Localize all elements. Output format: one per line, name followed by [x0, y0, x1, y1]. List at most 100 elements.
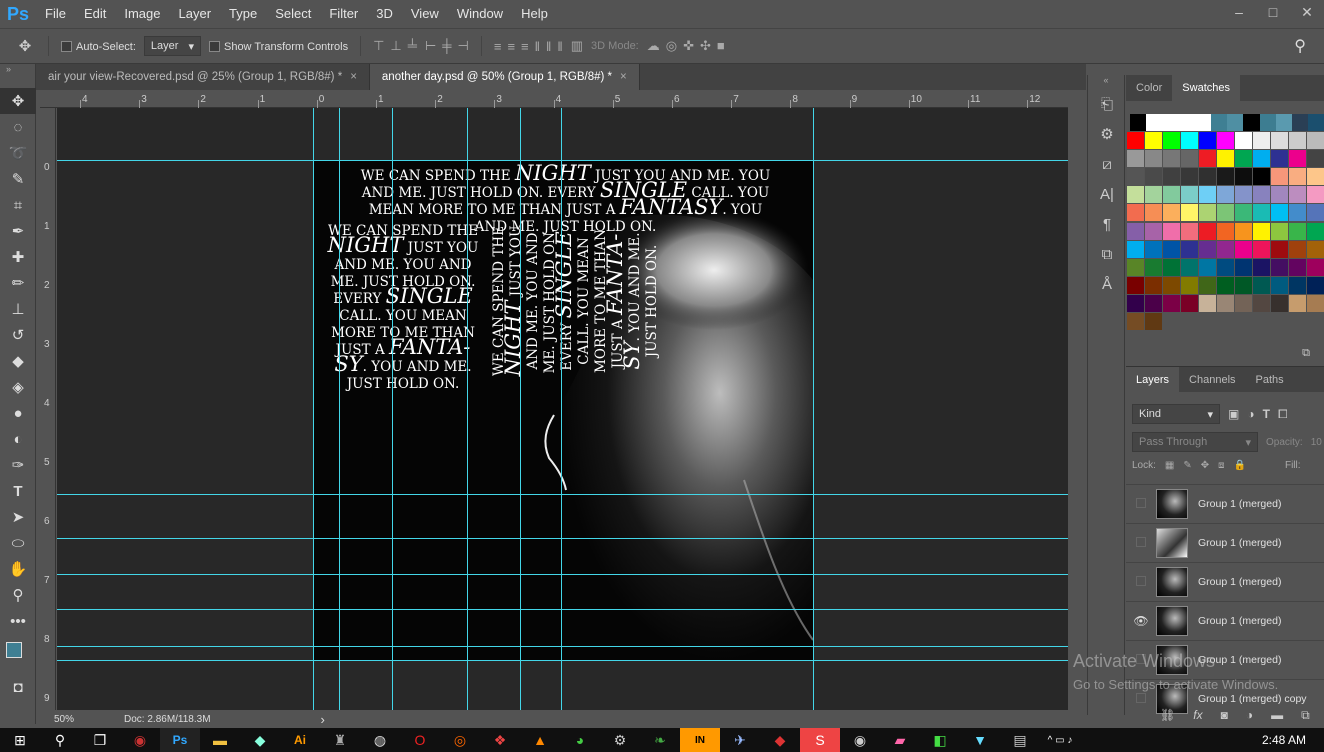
color-swatch[interactable]	[1307, 186, 1324, 204]
close-button[interactable]: ✕	[1290, 0, 1324, 24]
color-swatch[interactable]	[1127, 168, 1144, 186]
close-icon[interactable]: ×	[350, 71, 357, 83]
color-swatch[interactable]	[1217, 150, 1234, 168]
color-swatch[interactable]	[1163, 204, 1180, 222]
more-tools-icon[interactable]: •••	[0, 608, 36, 634]
history-panel-icon[interactable]: ⎗	[1088, 89, 1126, 119]
hand-tool[interactable]: ✋	[0, 556, 36, 582]
tab-channels[interactable]: Channels	[1179, 367, 1245, 392]
color-swatch[interactable]	[1271, 150, 1288, 168]
color-swatch[interactable]	[1217, 222, 1234, 240]
marquee-tool[interactable]: ◌	[0, 114, 36, 140]
fx-icon[interactable]: fx	[1193, 708, 1202, 723]
color-swatch[interactable]	[1289, 294, 1306, 312]
color-swatch[interactable]	[1127, 240, 1144, 258]
photoshop-taskbar-icon[interactable]: Ps	[160, 728, 200, 752]
chrome-icon[interactable]: ◕	[560, 728, 600, 752]
filter-shape-icon[interactable]: ⧠	[1278, 407, 1288, 422]
windows-start-icon[interactable]: ⊞	[0, 728, 40, 752]
color-swatch[interactable]	[1163, 186, 1180, 204]
color-swatch[interactable]	[1253, 222, 1270, 240]
color-swatch[interactable]	[1130, 114, 1147, 131]
close-icon[interactable]: ×	[620, 71, 627, 83]
color-swatch[interactable]	[1181, 258, 1198, 276]
color-swatch[interactable]	[1181, 222, 1198, 240]
color-swatch[interactable]	[1199, 168, 1216, 186]
layer-name[interactable]: Group 1 (merged)	[1198, 498, 1281, 510]
brush-panel-icon[interactable]: ⧄	[1088, 149, 1126, 179]
menu-view[interactable]: View	[402, 0, 448, 28]
paragraph-panel-icon[interactable]: ¶	[1088, 209, 1126, 239]
history-brush-tool[interactable]: ↺	[0, 322, 36, 348]
collapse-arrows-icon[interactable]: »	[0, 64, 35, 88]
color-swatch[interactable]	[1308, 114, 1324, 131]
lock-transparent-icon[interactable]: ▦	[1165, 460, 1174, 471]
color-swatch[interactable]	[1145, 258, 1162, 276]
move-tool-icon[interactable]: ✥	[14, 37, 36, 55]
color-swatch[interactable]	[1181, 276, 1198, 294]
filter-adjust-icon[interactable]: ◑	[1247, 407, 1254, 421]
color-swatch[interactable]	[1271, 258, 1288, 276]
opacity-value[interactable]: 10	[1311, 437, 1322, 448]
app-icon[interactable]: ◎	[440, 728, 480, 752]
show-transform-checkbox[interactable]: Show Transform Controls	[208, 39, 348, 53]
color-swatch[interactable]	[1253, 240, 1270, 258]
eraser-tool[interactable]: ◆	[0, 348, 36, 374]
guide-vertical[interactable]	[520, 108, 521, 710]
guide-horizontal[interactable]	[57, 494, 1068, 495]
color-swatch[interactable]	[1235, 294, 1252, 312]
shape-tool[interactable]: ⬭	[0, 530, 36, 556]
color-swatch[interactable]	[1271, 222, 1288, 240]
auto-select-dropdown[interactable]: Layer ▾	[143, 36, 201, 56]
app-icon[interactable]: ✈	[720, 728, 760, 752]
color-swatch[interactable]	[1145, 294, 1162, 312]
paint-bucket-tool[interactable]: ◈	[0, 374, 36, 400]
crop-tool[interactable]: ⌗	[0, 192, 36, 218]
app-icon[interactable]: ◉	[120, 728, 160, 752]
color-swatch[interactable]	[1145, 168, 1162, 186]
task-view-icon[interactable]: ❐	[80, 728, 120, 752]
color-swatch[interactable]	[1307, 222, 1324, 240]
color-swatch[interactable]	[1235, 276, 1252, 294]
color-swatch[interactable]	[1271, 276, 1288, 294]
guide-vertical[interactable]	[561, 108, 562, 710]
color-swatch[interactable]	[1235, 168, 1252, 186]
color-swatch[interactable]	[1271, 132, 1288, 149]
color-swatch[interactable]	[1199, 276, 1216, 294]
menu-select[interactable]: Select	[266, 0, 320, 28]
color-swatch[interactable]	[1289, 132, 1306, 149]
lasso-tool[interactable]: ➰	[0, 140, 36, 166]
tray-icons[interactable]: ^ ▭ ♪	[1040, 728, 1080, 752]
color-swatch[interactable]	[1307, 168, 1324, 186]
color-swatch[interactable]	[1235, 240, 1252, 258]
layer-name[interactable]: Group 1 (merged)	[1198, 615, 1281, 627]
eyedropper-tool[interactable]: ✒	[0, 218, 36, 244]
tab-paths[interactable]: Paths	[1246, 367, 1294, 392]
color-swatch[interactable]	[1181, 186, 1198, 204]
stamp-tool[interactable]: ⊥	[0, 296, 36, 322]
color-swatch[interactable]	[1199, 258, 1216, 276]
layer-row[interactable]: 👁 Group 1 (merged)	[1126, 601, 1324, 639]
layer-name[interactable]: Group 1 (merged)	[1198, 576, 1281, 588]
color-swatch[interactable]	[1127, 150, 1144, 168]
color-swatch[interactable]	[1253, 276, 1270, 294]
color-swatch[interactable]	[1145, 204, 1162, 222]
color-swatch[interactable]	[1181, 240, 1198, 258]
menu-edit[interactable]: Edit	[75, 0, 115, 28]
dodge-tool[interactable]: ◐	[0, 426, 36, 452]
color-swatch[interactable]	[1178, 114, 1196, 131]
color-swatch[interactable]	[1235, 204, 1252, 222]
color-swatch[interactable]	[1289, 276, 1306, 294]
guide-horizontal[interactable]	[57, 538, 1068, 539]
guide-horizontal[interactable]	[57, 160, 1068, 161]
color-swatch[interactable]	[1227, 114, 1245, 131]
brush-tool[interactable]: ✏	[0, 270, 36, 296]
color-swatch[interactable]	[1145, 132, 1162, 149]
color-swatch[interactable]	[1275, 114, 1293, 131]
color-swatch[interactable]	[1181, 132, 1198, 149]
color-swatch[interactable]	[1199, 294, 1216, 312]
color-swatch[interactable]	[1217, 258, 1234, 276]
pen-tool[interactable]: ✑	[0, 452, 36, 478]
color-swatch[interactable]	[1253, 132, 1270, 149]
color-swatch[interactable]	[1127, 313, 1144, 330]
